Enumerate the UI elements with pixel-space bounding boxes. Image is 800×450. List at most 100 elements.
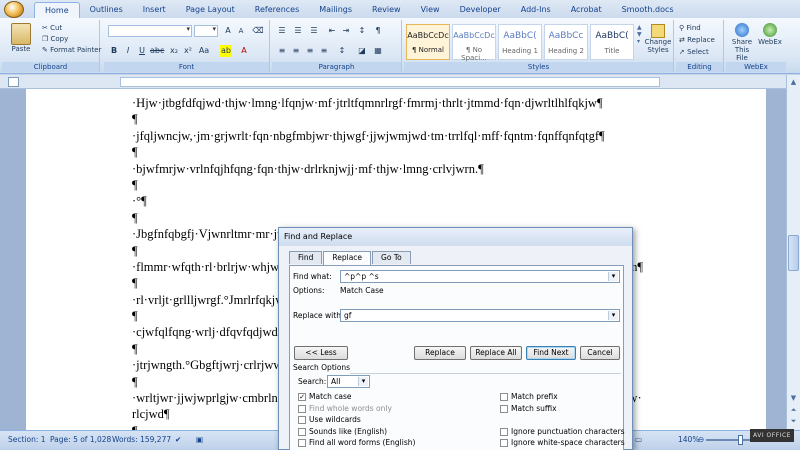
macro-icon[interactable]: ▣ xyxy=(196,435,203,444)
tab-add-ins[interactable]: Add-Ins xyxy=(511,2,561,18)
unchecked-box-icon[interactable] xyxy=(500,393,508,401)
tab-view[interactable]: View xyxy=(411,2,450,18)
option-checkbox[interactable]: Use wildcards xyxy=(298,415,361,424)
style-normal[interactable]: AaBbCcDc ¶ Normal xyxy=(406,24,450,60)
cut-button[interactable]: ✂ Cut xyxy=(42,24,62,32)
unchecked-box-icon[interactable] xyxy=(500,404,508,413)
tab-replace[interactable]: Replace xyxy=(323,251,372,265)
tab-selector-icon[interactable] xyxy=(8,77,19,87)
tab-mailings[interactable]: Mailings xyxy=(309,2,362,18)
find-dropdown-icon[interactable]: ▾ xyxy=(608,272,618,281)
document-line[interactable]: ·°¶ xyxy=(132,193,732,209)
styles-scroll-icon[interactable]: ▲ ▼ ▾ xyxy=(637,24,642,45)
unchecked-box-icon[interactable] xyxy=(500,439,508,447)
tab-developer[interactable]: Developer xyxy=(450,2,511,18)
style-title[interactable]: AaBbC( Title xyxy=(590,24,634,60)
find-button[interactable]: ⚲ Find xyxy=(679,24,701,32)
option-checkbox[interactable]: Ignore white-space characters xyxy=(500,438,625,447)
unchecked-box-icon[interactable] xyxy=(298,427,306,436)
document-line[interactable]: ·jfqljwncjw,·jm·grjwrlt·fqn·nbgfmbjwr·th… xyxy=(132,128,732,144)
tab-home[interactable]: Home xyxy=(34,2,80,18)
option-checkbox[interactable]: Ignore punctuation characters xyxy=(500,427,625,436)
dialog-title[interactable]: Find and Replace xyxy=(279,228,632,246)
replace-with-input[interactable]: gf ▾ xyxy=(340,309,620,322)
numbering-icon[interactable]: ☰ xyxy=(292,25,304,37)
grow-font-icon[interactable]: A xyxy=(222,25,234,37)
underline-button[interactable]: U xyxy=(136,45,148,57)
unchecked-box-icon[interactable] xyxy=(298,404,306,413)
section-indicator[interactable]: Section: 1 xyxy=(8,435,46,444)
checked-box-icon[interactable]: ✓ xyxy=(298,393,306,401)
previous-page-icon[interactable]: ⏶ xyxy=(788,405,799,416)
replace-button[interactable]: Replace xyxy=(414,346,466,360)
change-case-icon[interactable]: Aa xyxy=(198,45,210,57)
font-name-combo[interactable] xyxy=(108,25,192,37)
document-line[interactable]: ¶ xyxy=(132,177,732,193)
copy-button[interactable]: ❐ Copy xyxy=(42,35,68,43)
shading-icon[interactable]: ◪ xyxy=(356,45,368,57)
search-direction-select[interactable]: All ▾ xyxy=(327,375,370,388)
option-checkbox[interactable]: Match suffix xyxy=(500,404,557,413)
replace-dropdown-icon[interactable]: ▾ xyxy=(608,311,618,320)
superscript-icon[interactable]: x² xyxy=(182,45,194,57)
increase-indent-icon[interactable]: ⇥ xyxy=(340,25,352,37)
horizontal-ruler[interactable] xyxy=(0,75,800,89)
unchecked-box-icon[interactable] xyxy=(500,427,508,436)
document-line[interactable]: ¶ xyxy=(132,210,732,226)
scroll-thumb[interactable] xyxy=(788,235,799,271)
font-color-icon[interactable]: A xyxy=(238,45,250,57)
scroll-up-icon[interactable]: ▲ xyxy=(788,77,799,88)
webex-button[interactable]: WebEx xyxy=(756,23,784,46)
line-spacing-icon[interactable]: ↕ xyxy=(336,45,348,57)
ruler-track[interactable] xyxy=(120,77,660,87)
show-marks-icon[interactable]: ¶ xyxy=(372,25,384,37)
shrink-font-icon[interactable]: A xyxy=(235,25,247,37)
document-line[interactable]: ¶ xyxy=(132,111,732,127)
bold-button[interactable]: B xyxy=(108,45,120,57)
highlight-icon[interactable]: ab xyxy=(220,45,232,57)
option-checkbox[interactable]: ✓ Match case xyxy=(298,392,352,401)
tab-review[interactable]: Review xyxy=(362,2,411,18)
decrease-indent-icon[interactable]: ⇤ xyxy=(326,25,338,37)
zoom-slider-handle[interactable] xyxy=(738,435,743,445)
replace-ribbon-button[interactable]: ⇄ Replace xyxy=(679,36,715,44)
unchecked-box-icon[interactable] xyxy=(298,416,306,424)
find-next-button[interactable]: Find Next xyxy=(526,346,576,360)
strikethrough-icon[interactable]: abc xyxy=(150,45,164,57)
tab-insert[interactable]: Insert xyxy=(133,2,176,18)
draft-view-icon[interactable]: ▭ xyxy=(635,435,642,444)
align-center-icon[interactable]: ≡ xyxy=(290,45,302,57)
italic-button[interactable]: I xyxy=(122,45,134,57)
search-dropdown-icon[interactable]: ▾ xyxy=(358,377,368,386)
tab-outlines[interactable]: Outlines xyxy=(80,2,133,18)
option-checkbox[interactable]: Sounds like (English) xyxy=(298,427,387,436)
justify-icon[interactable]: ≡ xyxy=(318,45,330,57)
vertical-scrollbar[interactable]: ▲ ▼ ⏶ ⏷ xyxy=(786,75,800,430)
share-file-button[interactable]: Share This File xyxy=(728,23,756,62)
align-right-icon[interactable]: ≡ xyxy=(304,45,316,57)
borders-icon[interactable]: ▦ xyxy=(372,45,384,57)
style-heading-2[interactable]: AaBbCc Heading 2 xyxy=(544,24,588,60)
option-checkbox[interactable]: Match prefix xyxy=(500,392,558,401)
font-size-combo[interactable] xyxy=(194,25,218,37)
multilevel-list-icon[interactable]: ☰ xyxy=(308,25,320,37)
find-what-input[interactable]: ^p^p ^s ▾ xyxy=(340,270,620,283)
tab-references[interactable]: References xyxy=(245,2,309,18)
option-checkbox[interactable]: Find whole words only xyxy=(298,404,392,413)
tab-acrobat[interactable]: Acrobat xyxy=(561,2,612,18)
office-button[interactable] xyxy=(4,1,24,18)
subscript-icon[interactable]: x₂ xyxy=(168,45,180,57)
style-no-spacing[interactable]: AaBbCcDc ¶ No Spaci... xyxy=(452,24,496,62)
next-page-icon[interactable]: ⏷ xyxy=(788,416,799,427)
clear-format-icon[interactable]: ⌫ xyxy=(252,25,264,37)
paste-button[interactable]: Paste xyxy=(6,23,36,53)
page-indicator[interactable]: Page: 5 of 1,028 xyxy=(50,435,111,444)
less-button[interactable]: << Less xyxy=(294,346,348,360)
option-checkbox[interactable]: Find all word forms (English) xyxy=(298,438,415,447)
tab-page-layout[interactable]: Page Layout xyxy=(176,2,245,18)
cancel-button[interactable]: Cancel xyxy=(580,346,620,360)
document-line[interactable]: ·bjwfmrjw·vrlnfqjhfqng·fqn·thjw·drlrknjw… xyxy=(132,161,732,177)
zoom-out-icon[interactable]: ⊖ xyxy=(698,435,704,444)
align-left-icon[interactable]: ≡ xyxy=(276,45,288,57)
zoom-level[interactable]: 140% xyxy=(678,435,699,444)
